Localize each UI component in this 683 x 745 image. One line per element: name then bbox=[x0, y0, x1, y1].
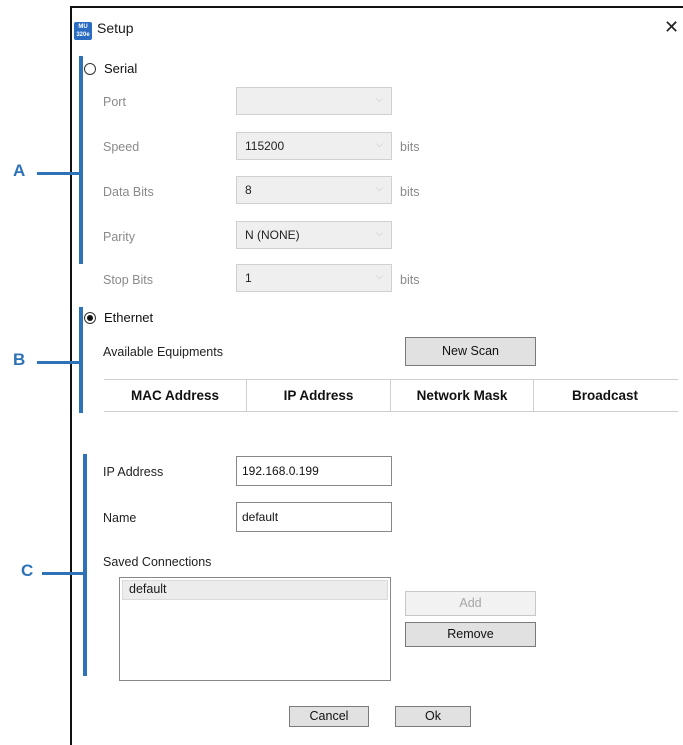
port-select[interactable]: ⌵ bbox=[236, 87, 392, 115]
add-button[interactable]: Add bbox=[405, 591, 536, 616]
serial-radio[interactable] bbox=[84, 63, 96, 75]
dialog-title: Setup bbox=[97, 20, 134, 36]
stop-bits-value: 1 bbox=[245, 271, 252, 285]
serial-radio-label[interactable]: Serial bbox=[104, 61, 137, 76]
equipment-table-header: MAC Address IP Address Network Mask Broa… bbox=[104, 379, 678, 412]
callout-a-bracket bbox=[79, 56, 83, 264]
callout-c-bracket bbox=[83, 454, 87, 676]
callout-b-label: B bbox=[13, 350, 26, 369]
close-icon[interactable]: ✕ bbox=[664, 17, 679, 37]
name-input[interactable] bbox=[236, 502, 392, 532]
data-bits-label: Data Bits bbox=[103, 185, 154, 199]
callout-a-label: A bbox=[13, 161, 26, 180]
stop-bits-label: Stop Bits bbox=[103, 273, 154, 287]
new-scan-button[interactable]: New Scan bbox=[405, 337, 536, 366]
stop-bits-select[interactable]: 1 ⌵ bbox=[236, 264, 392, 292]
parity-label: Parity bbox=[103, 230, 135, 244]
parity-select[interactable]: N (NONE) ⌵ bbox=[236, 221, 392, 249]
ok-button[interactable]: Ok bbox=[395, 706, 471, 727]
callout-c-label: C bbox=[21, 561, 34, 580]
name-label: Name bbox=[103, 511, 137, 525]
column-network-mask[interactable]: Network Mask bbox=[391, 380, 534, 411]
chevron-down-icon: ⌵ bbox=[376, 271, 383, 281]
cancel-button[interactable]: Cancel bbox=[289, 706, 369, 727]
data-bits-value: 8 bbox=[245, 183, 252, 197]
available-equipments-label: Available Equipments bbox=[103, 345, 223, 359]
speed-label: Speed bbox=[103, 140, 140, 154]
column-mac-address[interactable]: MAC Address bbox=[104, 380, 247, 411]
saved-connections-list[interactable]: default bbox=[119, 577, 391, 681]
speed-select[interactable]: 115200 ⌵ bbox=[236, 132, 392, 160]
chevron-down-icon: ⌵ bbox=[376, 94, 383, 104]
ip-address-input[interactable] bbox=[236, 456, 392, 486]
saved-connections-label: Saved Connections bbox=[103, 555, 212, 569]
chevron-down-icon: ⌵ bbox=[376, 139, 383, 149]
parity-value: N (NONE) bbox=[245, 228, 300, 242]
app-icon: MU 320e bbox=[74, 22, 92, 40]
speed-value: 115200 bbox=[245, 139, 285, 153]
ethernet-radio-label[interactable]: Ethernet bbox=[104, 310, 153, 325]
callout-b-bracket bbox=[79, 307, 83, 413]
data-bits-select[interactable]: 8 ⌵ bbox=[236, 176, 392, 204]
column-broadcast[interactable]: Broadcast bbox=[534, 380, 676, 411]
chevron-down-icon: ⌵ bbox=[376, 183, 383, 193]
callout-c-leader bbox=[42, 572, 83, 575]
ip-address-label: IP Address bbox=[103, 465, 164, 479]
remove-button[interactable]: Remove bbox=[405, 622, 536, 647]
speed-unit: bits bbox=[400, 140, 420, 154]
ethernet-radio[interactable] bbox=[84, 312, 96, 324]
callout-a-leader bbox=[37, 172, 79, 175]
data-bits-unit: bits bbox=[400, 185, 420, 199]
callout-b-leader bbox=[37, 361, 79, 364]
port-label: Port bbox=[103, 95, 126, 109]
stop-bits-unit: bits bbox=[400, 273, 420, 287]
chevron-down-icon: ⌵ bbox=[376, 228, 383, 238]
column-ip-address[interactable]: IP Address bbox=[247, 380, 391, 411]
list-item[interactable]: default bbox=[122, 580, 388, 600]
